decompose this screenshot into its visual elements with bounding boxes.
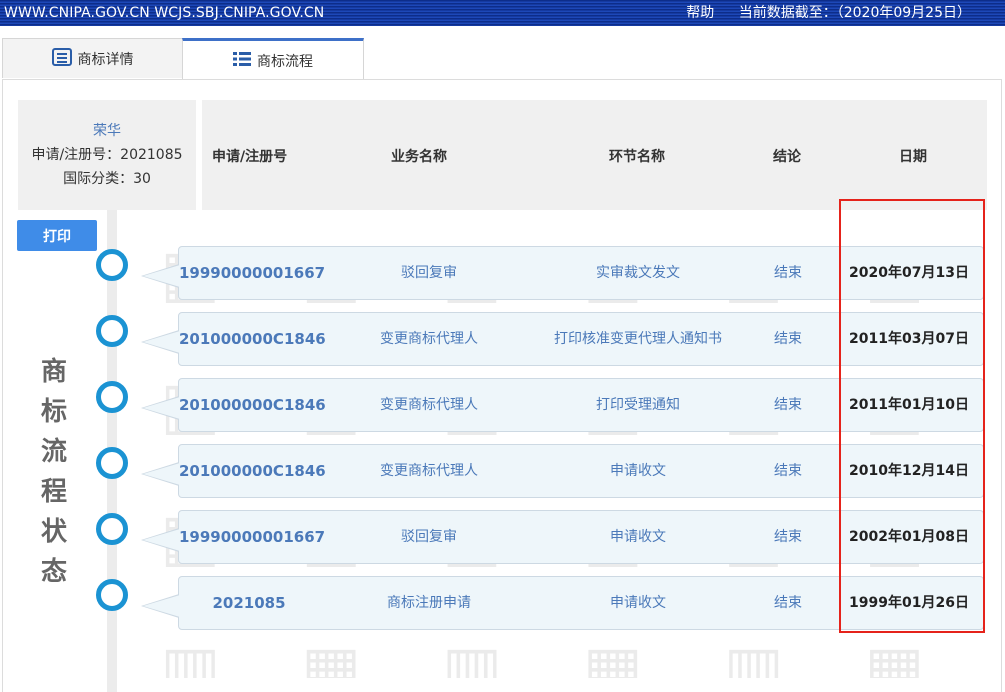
trademark-name: 荣华 — [93, 123, 121, 139]
row-result: 结束 — [774, 265, 802, 281]
timeline-node — [96, 579, 128, 611]
top-bar: WWW.CNIPA.GOV.CN WCJS.SBJ.CNIPA.GOV.CN 帮… — [0, 0, 1005, 26]
header-step: 环节名称 — [609, 149, 665, 165]
print-button[interactable]: 打印 — [17, 220, 97, 251]
row-step: 实审裁文发文 — [596, 265, 680, 281]
row-reg-number: 19990000001667 — [179, 528, 326, 546]
process-status-label: 商 标 流 程 状 态 — [40, 357, 67, 587]
trademark-info-box: 荣华 申请/注册号：2021085 国际分类：30 — [18, 100, 196, 210]
data-as-of: 当前数据截至：（2020年09月25日） — [738, 5, 971, 21]
tab-label: 商标详情 — [77, 51, 134, 68]
row-result: 结束 — [774, 331, 802, 347]
timeline-node — [96, 315, 128, 347]
header-business: 业务名称 — [391, 149, 447, 165]
row-date: 2011年01月10日 — [849, 397, 969, 413]
timeline-node — [96, 381, 128, 413]
document-icon — [51, 47, 72, 70]
table-header: 申请/注册号 业务名称 环节名称 结论 日期 — [202, 100, 987, 210]
process-row[interactable]: 2021085 商标注册申请 申请收文 结束 1999年01月26日 — [141, 576, 984, 630]
row-result: 结束 — [774, 595, 802, 611]
row-business: 变更商标代理人 — [380, 397, 478, 413]
row-date: 2002年01月08日 — [849, 529, 969, 545]
timeline-node — [96, 249, 128, 281]
process-row[interactable]: 201000000C1846 变更商标代理人 申请收文 结束 2010年12月1… — [141, 444, 984, 498]
row-step: 申请收文 — [610, 463, 666, 479]
process-row[interactable]: 19990000001667 驳回复审 申请收文 结束 2002年01月08日 — [141, 510, 984, 564]
row-date: 2020年07月13日 — [849, 265, 969, 281]
tab-trademark-details[interactable]: 商标详情 — [2, 38, 183, 78]
row-result: 结束 — [774, 397, 802, 413]
timeline-node — [96, 513, 128, 545]
row-reg-number: 201000000C1846 — [179, 462, 326, 480]
row-date: 2010年12月14日 — [849, 463, 969, 479]
list-icon — [233, 51, 251, 71]
top-bar-right: 帮助 当前数据截至：（2020年09月25日） — [686, 0, 971, 26]
process-row[interactable]: 19990000001667 驳回复审 实审裁文发文 结束 2020年07月13… — [141, 246, 984, 300]
row-step: 打印受理通知 — [596, 397, 680, 413]
row-business: 驳回复审 — [401, 265, 457, 281]
row-reg-number: 201000000C1846 — [179, 396, 326, 414]
row-date: 2011年03月07日 — [849, 331, 969, 347]
tab-bar: 商标详情 商标流程 — [0, 38, 1005, 80]
international-class: 国际分类：30 — [63, 171, 151, 187]
row-date: 1999年01月26日 — [849, 595, 969, 611]
header-date: 日期 — [899, 149, 927, 165]
row-business: 变更商标代理人 — [380, 463, 478, 479]
row-reg-number: 2021085 — [212, 594, 286, 612]
row-business: 商标注册申请 — [387, 595, 471, 611]
site-urls: WWW.CNIPA.GOV.CN WCJS.SBJ.CNIPA.GOV.CN — [4, 5, 325, 21]
process-row[interactable]: 201000000C1846 变更商标代理人 打印受理通知 结束 2011年01… — [141, 378, 984, 432]
row-reg-number: 201000000C1846 — [179, 330, 326, 348]
header-result: 结论 — [773, 149, 801, 165]
row-step: 申请收文 — [610, 529, 666, 545]
timeline-node — [96, 447, 128, 479]
row-step: 申请收文 — [610, 595, 666, 611]
row-result: 结束 — [774, 463, 802, 479]
tab-label: 商标流程 — [257, 53, 313, 70]
registration-number: 申请/注册号：2021085 — [31, 147, 183, 163]
row-reg-number: 19990000001667 — [179, 264, 326, 282]
help-link[interactable]: 帮助 — [686, 5, 714, 21]
row-result: 结束 — [774, 529, 802, 545]
process-row[interactable]: 201000000C1846 变更商标代理人 打印核准变更代理人通知书 结束 2… — [141, 312, 984, 366]
row-step: 打印核准变更代理人通知书 — [554, 331, 722, 347]
tab-trademark-process[interactable]: 商标流程 — [182, 38, 364, 80]
row-business: 变更商标代理人 — [380, 331, 478, 347]
row-business: 驳回复审 — [401, 529, 457, 545]
header-reg-number: 申请/注册号 — [212, 149, 288, 165]
